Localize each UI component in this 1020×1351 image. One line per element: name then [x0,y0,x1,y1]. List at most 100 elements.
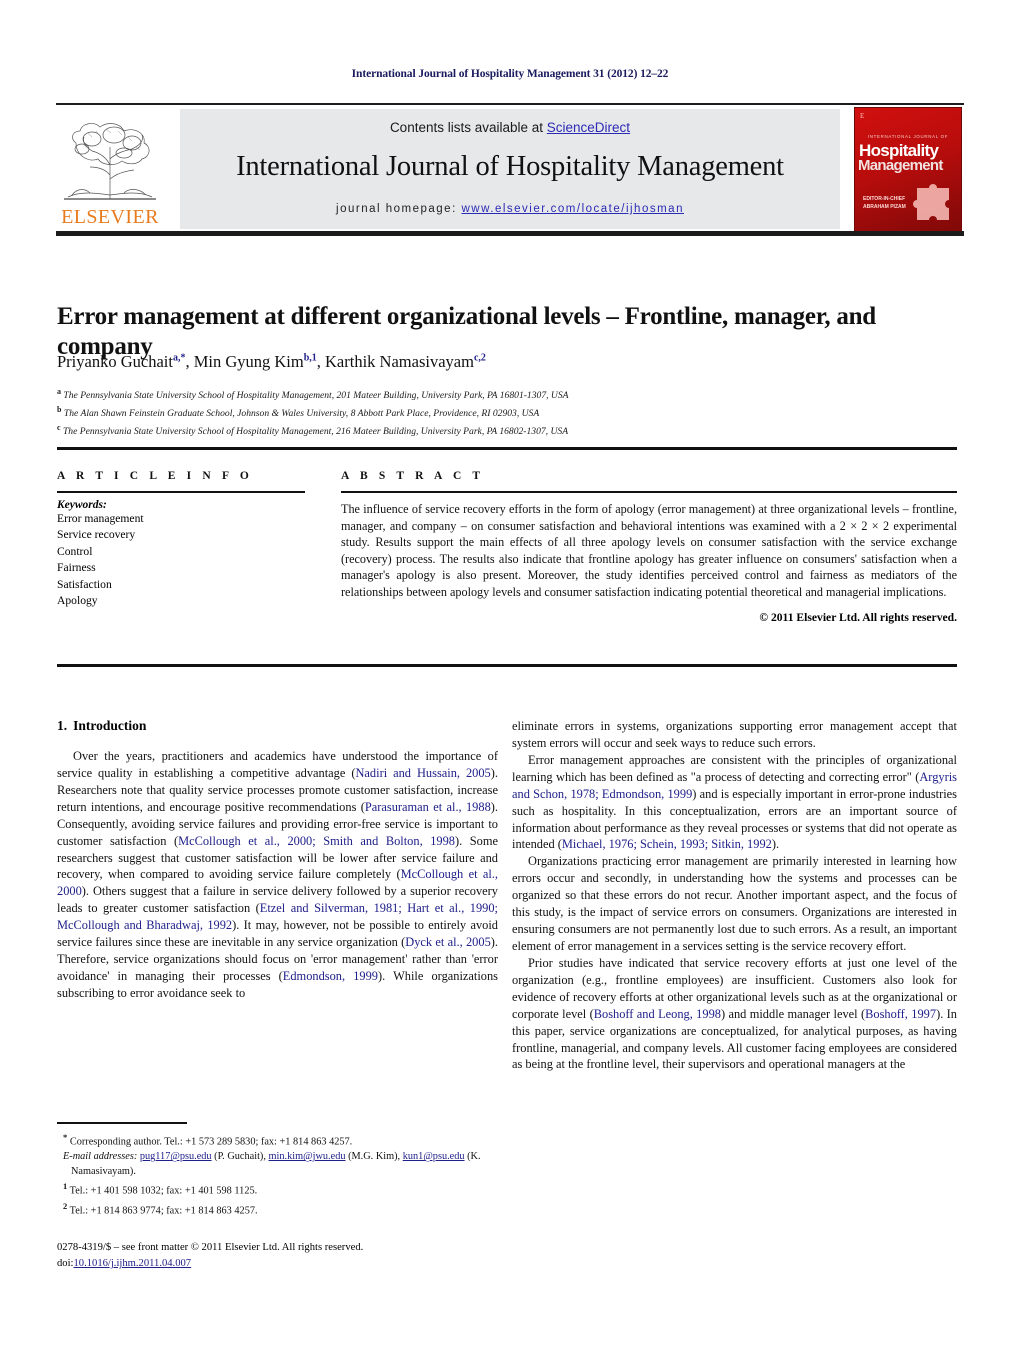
email-link[interactable]: min.kim@jwu.edu [269,1151,346,1162]
email-owner: (P. Guchait), [214,1151,266,1163]
email-link[interactable]: pug117@psu.edu [140,1151,212,1162]
homepage-label: journal homepage: [336,203,462,215]
footnote-corresponding-author: * Corresponding author. Tel.: +1 573 289… [57,1131,498,1150]
cover-editor-name: ABRAHAM PIZAM [863,203,906,210]
sciencedirect-link[interactable]: ScienceDirect [547,120,630,135]
paper-page: International Journal of Hospitality Man… [0,0,1020,1351]
author-item[interactable]: Karthik Namasivayamc,2 [325,352,486,371]
masthead-bottom-rule [56,231,964,236]
keyword-item: Control [57,544,93,558]
affiliation-item: a The Pennsylvania State University Scho… [57,386,957,404]
paragraph: Error management approaches are consiste… [512,752,957,854]
abstract-column: A B S T R A C T The influence of service… [341,470,957,624]
elsevier-wordmark: ELSEVIER [61,206,159,228]
affiliation-marker: b [57,405,62,415]
section-heading-introduction: 1. Introduction [57,718,498,734]
journal-band: Contents lists available at ScienceDirec… [180,109,840,229]
email-owner: (M.G. Kim), [348,1151,401,1163]
cover-kicker: INTERNATIONAL JOURNAL OF [867,134,949,139]
section-number: 1. [57,718,68,733]
citation-link[interactable]: Dyck et al., 2005 [405,935,491,949]
abstract-block-top-rule [57,447,957,450]
running-head: International Journal of Hospitality Man… [351,68,669,80]
masthead-top-rule [56,103,964,105]
doi-link[interactable]: 10.1016/j.ijhm.2011.04.007 [73,1258,191,1269]
author-name: Karthik Namasivayam [325,352,474,371]
issn-line: 0278-4319/$ – see front matter © 2011 El… [57,1242,364,1253]
author-list: Priyanko Guchaita,*, Min Gyung Kimb,1, K… [57,352,486,371]
affiliation-text: The Pennsylvania State University School… [63,390,569,402]
copyright-notice: © 2011 Elsevier Ltd. All rights reserved… [759,610,957,624]
text-run: Error management approaches are consiste… [512,752,957,784]
citation-link[interactable]: Nadiri and Hussain, 2005 [355,766,490,780]
affiliation-item: b The Alan Shawn Feinstein Graduate Scho… [57,404,957,422]
footnote-text: Corresponding author. Tel.: +1 573 289 5… [69,1136,353,1148]
text-run: eliminate errors in systems, organizatio… [512,719,957,750]
affiliation-text: The Alan Shawn Feinstein Graduate School… [63,408,540,420]
journal-cover-thumbnail[interactable]: E INTERNATIONAL JOURNAL OF Hospitality M… [854,107,962,233]
body-column-left: 1. Introduction Over the years, practitio… [57,718,498,1002]
journal-title: International Journal of Hospitality Man… [236,151,784,182]
author-item[interactable]: Min Gyung Kimb,1 [194,352,317,371]
footnote-marker: 1 [63,1181,68,1192]
cover-editor-credit: EDITOR-IN-CHIEF ABRAHAM PIZAM [863,196,906,211]
article-info-heading: A R T I C L E I N F O [57,470,253,482]
keyword-item: Error management [57,512,144,525]
abstract-text: The influence of service recovery effort… [341,502,957,599]
email-link[interactable]: kun1@psu.edu [403,1151,465,1162]
cover-elsevier-mark: E [860,112,865,120]
footnote-emails: E-mail addresses: pug117@psu.edu (P. Guc… [57,1150,498,1180]
keywords-label: Keywords: [57,499,107,511]
keyword-item: Satisfaction [57,577,112,591]
paragraph: eliminate errors in systems, organizatio… [512,718,957,752]
journal-masthead: ELSEVIER Contents lists available at Sci… [56,103,964,236]
author-affiliation-marker[interactable]: a,* [173,353,186,364]
footnote-numbered: 1 Tel.: +1 401 598 1032; fax: +1 401 598… [57,1180,498,1199]
affiliation-text: The Pennsylvania State University School… [62,426,569,438]
citation-link[interactable]: Michael, 1976; Schein, 1993; Sitkin, 199… [562,837,772,851]
journal-homepage-line: journal homepage: www.elsevier.com/locat… [180,203,840,215]
doi-prefix: doi: [57,1257,74,1269]
footnote-block: * Corresponding author. Tel.: +1 573 289… [57,1122,498,1219]
abstract-block-bottom-rule [57,664,957,667]
citation-link[interactable]: Boshoff, 1997 [865,1007,936,1021]
author-item[interactable]: Priyanko Guchaita,* [57,352,185,371]
footnote-numbered: 2 Tel.: +1 814 863 9774; fax: +1 814 863… [57,1200,498,1219]
affiliation-marker: c [57,423,61,433]
keyword-item: Fairness [57,561,96,575]
elsevier-tree-icon [62,113,158,201]
imprint-block: 0278-4319/$ – see front matter © 2011 El… [57,1240,498,1272]
doi-line: doi:10.1016/j.ijhm.2011.04.007 [57,1256,498,1272]
citation-link[interactable]: McCollough et al., 2000; Smith and Bolto… [178,834,455,848]
citation-link[interactable]: Parasuraman et al., 1988 [365,800,491,814]
author-affiliation-marker[interactable]: c,2 [474,353,486,364]
affiliation-list: a The Pennsylvania State University Scho… [57,386,957,440]
email-addresses-label: E-mail addresses: [63,1151,138,1163]
cover-editor-label: EDITOR-IN-CHIEF [863,196,906,202]
citation-link[interactable]: Boshoff and Leong, 1998 [594,1007,721,1021]
text-run: Organizations practicing error managemen… [512,854,957,953]
article-info-rule [57,491,305,493]
contents-list-line: Contents lists available at ScienceDirec… [180,120,840,135]
paragraph: Organizations practicing error managemen… [512,853,957,955]
affiliation-marker: a [57,387,61,396]
footnote-text: Tel.: +1 401 598 1032; fax: +1 401 598 1… [69,1185,258,1197]
footnote-marker: * [63,1132,68,1142]
journal-homepage-link[interactable]: www.elsevier.com/locate/ijhosman [461,203,684,215]
citation-link[interactable]: Edmondson, 1999 [283,969,378,983]
abstract-rule [341,491,957,493]
paragraph: Over the years, practitioners and academ… [57,748,498,1002]
elsevier-logo: ELSEVIER [58,111,162,233]
text-run: ) and middle manager level ( [720,1006,866,1021]
cover-title-line2: Management [858,157,943,174]
affiliation-item: c The Pennsylvania State University Scho… [57,422,957,440]
section-title: Introduction [73,718,147,733]
contents-prefix: Contents lists available at [389,120,547,135]
footnote-text: Tel.: +1 814 863 9774; fax: +1 814 863 4… [69,1204,258,1216]
author-affiliation-marker[interactable]: b,1 [304,353,317,364]
abstract-heading: A B S T R A C T [341,470,485,482]
keyword-item: Service recovery [57,528,136,542]
author-name: Min Gyung Kim [193,352,304,371]
author-name: Priyanko Guchait [57,352,173,371]
puzzle-piece-icon [913,182,953,224]
